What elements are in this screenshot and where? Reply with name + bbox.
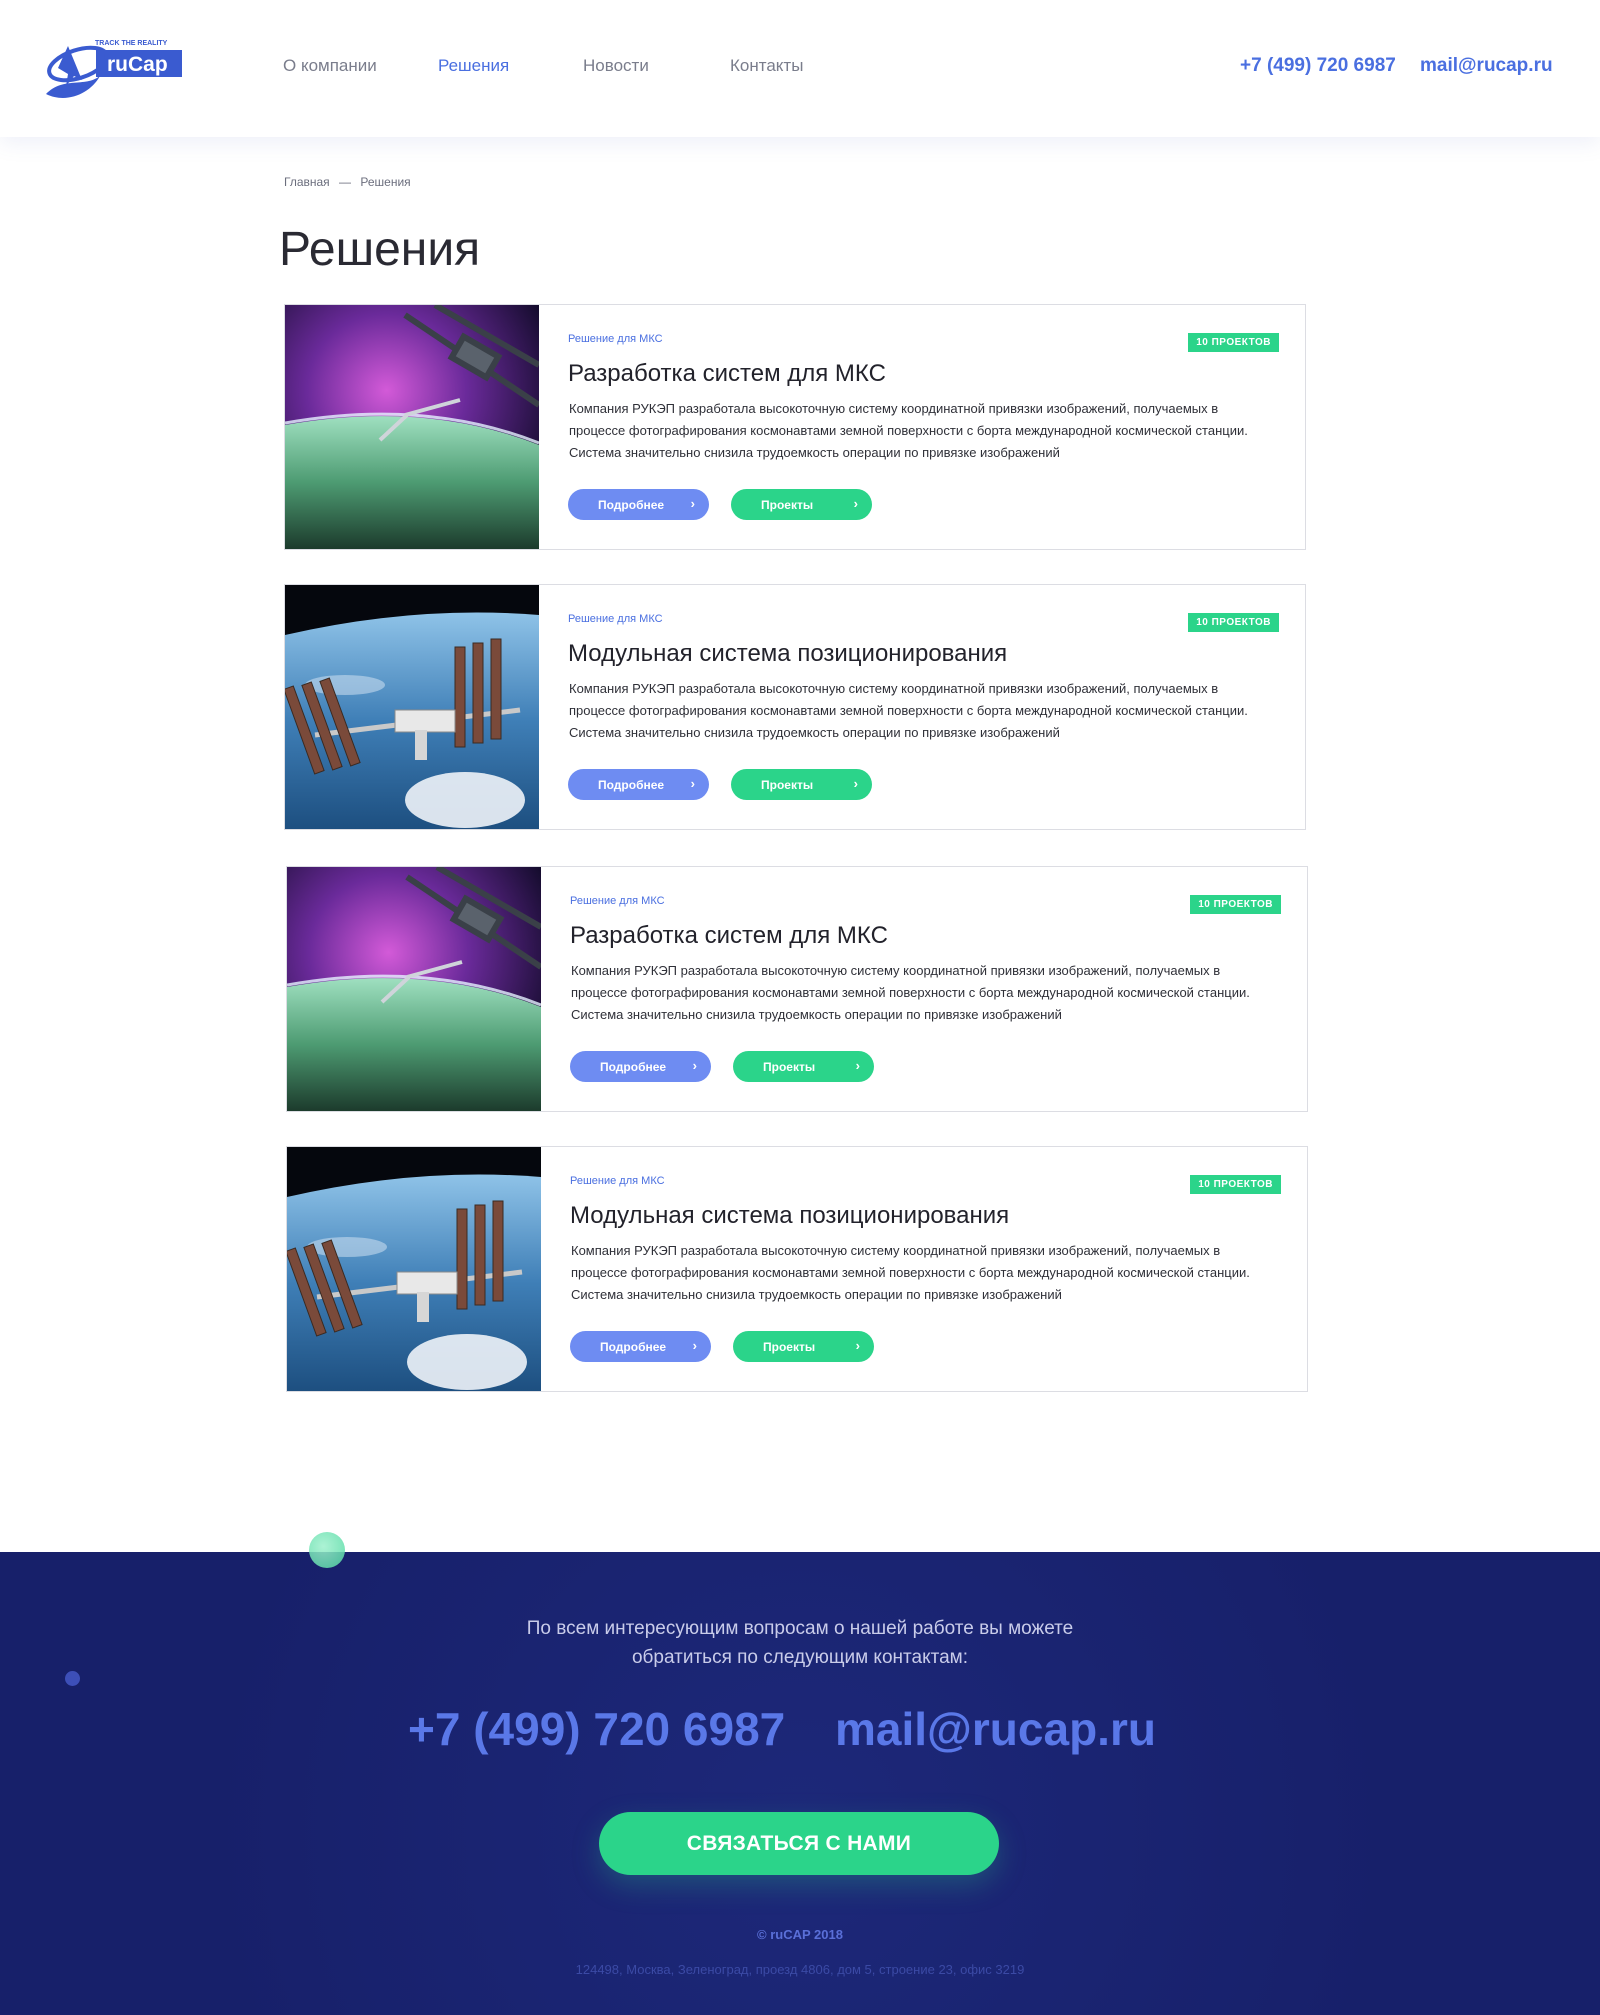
card-tag[interactable]: Решение для МКС (568, 333, 663, 345)
svg-text:ruCap: ruCap (107, 53, 168, 76)
solution-card: Решение для МКС 10 ПРОЕКТОВ Разработка с… (286, 866, 1308, 1112)
decorative-green-dot (309, 1532, 345, 1568)
footer-email-link[interactable]: mail@rucap.ru (835, 1702, 1156, 1756)
breadcrumb-home[interactable]: Главная (284, 175, 330, 189)
projects-button-label: Проекты (763, 1059, 816, 1074)
contact-us-button[interactable]: СВЯЗАТЬСЯ С НАМИ (599, 1812, 999, 1875)
breadcrumb-current: Решения (360, 175, 411, 189)
rucap-logo[interactable]: TRACK THE REALITY ruCap (44, 36, 194, 108)
projects-count-badge: 10 ПРОЕКТОВ (1188, 333, 1279, 352)
svg-text:TRACK THE REALITY: TRACK THE REALITY (95, 40, 168, 47)
projects-button-label: Проекты (761, 777, 814, 792)
chevron-right-icon: › (692, 1338, 697, 1353)
nav-news[interactable]: Новости (583, 56, 649, 76)
projects-count-badge: 10 ПРОЕКТОВ (1190, 895, 1281, 914)
projects-button[interactable]: Проекты › (733, 1331, 874, 1362)
header-email-link[interactable]: mail@rucap.ru (1420, 55, 1553, 77)
card-description: Компания РУКЭП разработала высокоточную … (571, 1243, 1250, 1302)
nav-contacts[interactable]: Контакты (730, 56, 803, 76)
space-station-aurora-image (287, 867, 541, 1111)
chevron-right-icon: › (690, 496, 695, 511)
footer-phone-link[interactable]: +7 (499) 720 6987 (408, 1702, 785, 1756)
more-button-label: Подробнее (600, 1059, 667, 1074)
projects-button-label: Проекты (763, 1339, 816, 1354)
footer-intro-text: По всем интересующим вопросам о нашей ра… (0, 1614, 1600, 1672)
more-button-label: Подробнее (600, 1339, 667, 1354)
more-button[interactable]: Подробнее › (568, 769, 709, 800)
card-title[interactable]: Модульная система позиционирования (570, 1202, 1009, 1230)
header-phone-link[interactable]: +7 (499) 720 6987 (1240, 55, 1396, 77)
solution-card: Решение для МКС 10 ПРОЕКТОВ Разработка с… (284, 304, 1306, 550)
card-description: Компания РУКЭП разработала высокоточную … (569, 681, 1248, 740)
card-tag[interactable]: Решение для МКС (568, 613, 663, 625)
breadcrumb-separator: — (339, 175, 352, 189)
projects-button[interactable]: Проекты › (731, 769, 872, 800)
footer-intro-line1: По всем интересующим вопросам о нашей ра… (526, 1618, 1074, 1639)
iss-over-earth-image (285, 585, 539, 829)
projects-count-badge: 10 ПРОЕКТОВ (1188, 613, 1279, 632)
card-title[interactable]: Разработка систем для МКС (570, 922, 888, 950)
address: 124498, Москва, Зеленоград, проезд 4806,… (575, 1962, 1025, 1977)
projects-count-badge: 10 ПРОЕКТОВ (1190, 1175, 1281, 1194)
card-title[interactable]: Модульная система позиционирования (568, 640, 1007, 668)
chevron-right-icon: › (855, 1058, 860, 1073)
card-title[interactable]: Разработка систем для МКС (568, 360, 886, 388)
projects-button-label: Проекты (761, 497, 814, 512)
solution-card: Решение для МКС 10 ПРОЕКТОВ Модульная си… (284, 584, 1306, 830)
chevron-right-icon: › (855, 1338, 860, 1353)
footer-intro-line2: обратиться по следующим контактам: (631, 1647, 968, 1668)
more-button[interactable]: Подробнее › (568, 489, 709, 520)
site-footer: По всем интересующим вопросам о нашей ра… (0, 1552, 1600, 2015)
space-station-aurora-image (285, 305, 539, 549)
nav-solutions[interactable]: Решения (438, 56, 509, 76)
chevron-right-icon: › (692, 1058, 697, 1073)
iss-over-earth-image (287, 1147, 541, 1391)
card-description: Компания РУКЭП разработала высокоточную … (571, 963, 1250, 1022)
copyright: © ruCAP 2018 (757, 1927, 843, 1942)
page-title: Решения (279, 223, 481, 276)
solution-card: Решение для МКС 10 ПРОЕКТОВ Модульная си… (286, 1146, 1308, 1392)
more-button[interactable]: Подробнее › (570, 1051, 711, 1082)
decorative-blue-dot (65, 1671, 80, 1686)
chevron-right-icon: › (690, 776, 695, 791)
nav-about[interactable]: О компании (283, 56, 377, 76)
logo-icon: TRACK THE REALITY ruCap (46, 40, 182, 98)
projects-button[interactable]: Проекты › (731, 489, 872, 520)
chevron-right-icon: › (853, 776, 858, 791)
card-tag[interactable]: Решение для МКС (570, 895, 665, 907)
more-button-label: Подробнее (598, 777, 665, 792)
card-tag[interactable]: Решение для МКС (570, 1175, 665, 1187)
projects-button[interactable]: Проекты › (733, 1051, 874, 1082)
more-button[interactable]: Подробнее › (570, 1331, 711, 1362)
more-button-label: Подробнее (598, 497, 665, 512)
breadcrumb: Главная — Решения (284, 175, 417, 189)
card-description: Компания РУКЭП разработала высокоточную … (569, 401, 1248, 460)
chevron-right-icon: › (853, 496, 858, 511)
site-header: TRACK THE REALITY ruCap О компании Решен… (0, 0, 1600, 137)
